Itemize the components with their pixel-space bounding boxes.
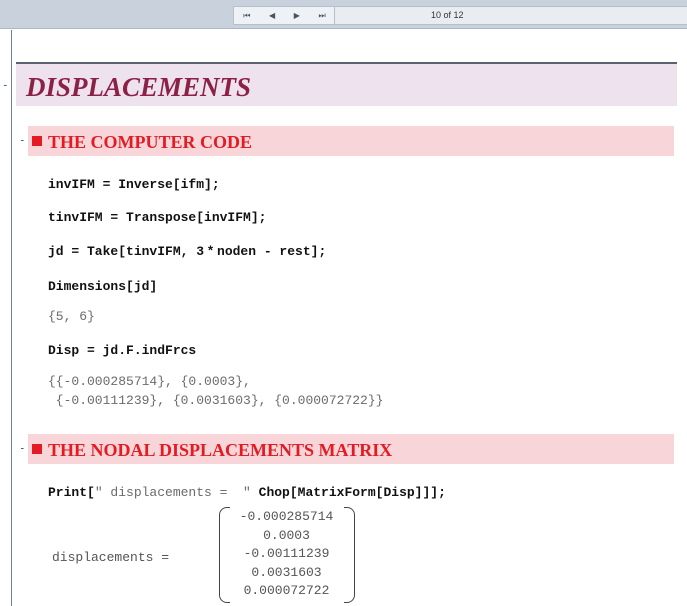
input-cell-inverse[interactable]: invIFM = Inverse[ifm]; bbox=[48, 177, 220, 192]
section-marker-icon bbox=[32, 136, 42, 146]
matrix-right-bracket bbox=[344, 507, 355, 603]
code-section-header[interactable]: THE COMPUTER CODE bbox=[28, 126, 674, 156]
matrix-label: displacements = bbox=[52, 550, 170, 565]
input-cell-disp[interactable]: Disp = jd.F.indFrcs bbox=[48, 343, 196, 358]
input-cell-dimensions[interactable]: Dimensions[jd] bbox=[48, 279, 157, 294]
displacement-matrix: -0.000285714 0.0003 -0.00111239 0.003160… bbox=[229, 508, 344, 601]
output-cell-dimensions: {5, 6} bbox=[48, 309, 95, 324]
print-code-suffix: Chop[MatrixForm[Disp]]]; bbox=[250, 485, 446, 500]
collapse-title-icon[interactable]: ⁃ bbox=[3, 82, 8, 92]
matrix-section-header[interactable]: THE NODAL DISPLACEMENTS MATRIX bbox=[28, 434, 674, 464]
output-cell-disp-line1: {{-0.000285714}, {0.0003}, bbox=[48, 374, 251, 389]
section-title-bar: DISPLACEMENTS bbox=[16, 62, 677, 106]
collapse-code-section-icon[interactable]: ⁃ bbox=[20, 137, 25, 147]
matrix-row: 0.000072722 bbox=[243, 583, 330, 598]
input-cell-transpose[interactable]: tinvIFM = Transpose[invIFM]; bbox=[48, 210, 266, 225]
top-toolbar: ⏮ ◀ ▶ ⏭ 10 of 12 bbox=[0, 0, 687, 29]
first-page-icon[interactable]: ⏮ bbox=[243, 11, 250, 21]
matrix-row: -0.00111239 bbox=[243, 546, 330, 561]
page-left-edge bbox=[11, 30, 12, 606]
next-page-icon[interactable]: ▶ bbox=[294, 11, 300, 20]
input-cell-print[interactable]: Print[" displacements = " Chop[MatrixFor… bbox=[48, 485, 446, 500]
input-cell-take[interactable]: jd = Take[tinvIFM, 3 * noden - rest]; bbox=[48, 244, 326, 259]
print-code-string: " displacements = " bbox=[94, 485, 251, 500]
last-page-icon[interactable]: ⏭ bbox=[318, 11, 325, 21]
matrix-row: 0.0031603 bbox=[251, 564, 322, 580]
matrix-row: -0.000285714 bbox=[239, 509, 334, 524]
code-section-title: THE COMPUTER CODE bbox=[48, 132, 253, 152]
output-cell-disp-line2: {-0.00111239}, {0.0031603}, {0.000072722… bbox=[48, 393, 384, 408]
page-indicator-field[interactable]: 10 of 12 bbox=[334, 6, 687, 25]
matrix-row: 0.0003 bbox=[263, 527, 310, 543]
matrix-section-title: THE NODAL DISPLACEMENTS MATRIX bbox=[48, 440, 393, 460]
page-title: DISPLACEMENTS bbox=[26, 72, 252, 102]
print-code-prefix: Print[ bbox=[48, 485, 95, 500]
collapse-matrix-section-icon[interactable]: ⁃ bbox=[20, 445, 25, 455]
previous-page-icon[interactable]: ◀ bbox=[269, 11, 275, 20]
section-marker-icon bbox=[32, 444, 42, 454]
page-nav-controls: ⏮ ◀ ▶ ⏭ bbox=[233, 6, 336, 25]
page-indicator: 10 of 12 bbox=[431, 10, 464, 20]
